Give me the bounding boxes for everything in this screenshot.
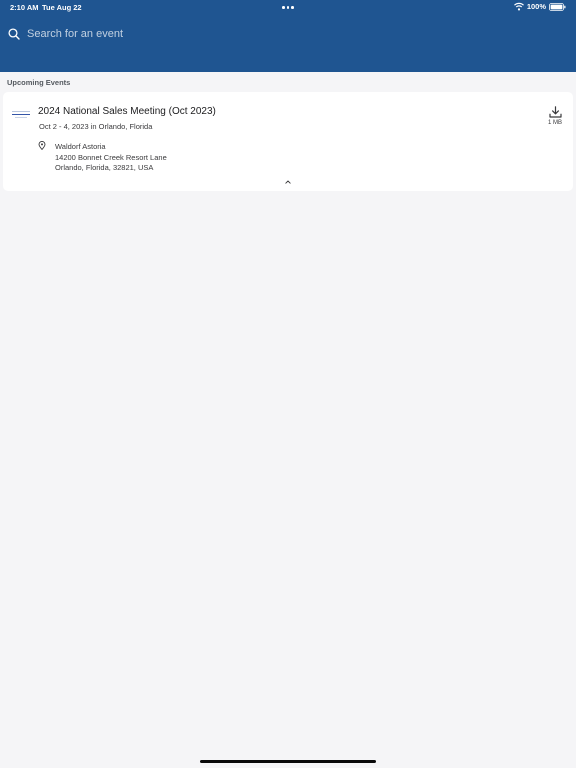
- event-title[interactable]: 2024 National Sales Meeting (Oct 2023): [38, 106, 216, 117]
- address-line1: 14200 Bonnet Creek Resort Lane: [55, 152, 167, 162]
- event-dates: Oct 2 - 4, 2023 in Orlando, Florida: [39, 122, 153, 131]
- multitasking-dots-icon[interactable]: [282, 6, 294, 9]
- search-icon: [8, 28, 20, 40]
- status-bar: 2:10 AM Tue Aug 22 100%: [0, 0, 576, 14]
- download-icon: [548, 106, 562, 118]
- status-indicators: 100%: [513, 2, 566, 11]
- search-input[interactable]: [27, 28, 387, 40]
- section-title: Upcoming Events: [7, 78, 71, 87]
- chevron-up-icon[interactable]: [285, 180, 291, 184]
- search-bar[interactable]: [8, 24, 408, 44]
- download-button[interactable]: 1 MB: [542, 106, 568, 128]
- address-line2: Orlando, Florida, 32821, USA: [55, 163, 154, 172]
- wifi-icon: [513, 2, 524, 11]
- venue-address: Waldorf Astoria 14200 Bonnet Creek Resor…: [55, 142, 167, 174]
- battery-icon: [549, 2, 566, 11]
- battery-percent: 100%: [526, 2, 546, 11]
- event-card[interactable]: 2024 National Sales Meeting (Oct 2023) O…: [3, 92, 573, 191]
- venue-name: Waldorf Astoria: [55, 142, 106, 151]
- event-logo: [12, 111, 30, 119]
- status-date: Tue Aug 22: [42, 3, 82, 12]
- events-screen: 2:10 AM Tue Aug 22 100% Search for an ev…: [0, 0, 576, 768]
- location-pin-icon: [38, 141, 46, 150]
- header: 2:10 AM Tue Aug 22 100%: [0, 0, 576, 72]
- status-time: 2:10 AM: [10, 3, 39, 12]
- download-size: 1 MB: [547, 120, 562, 126]
- home-indicator[interactable]: [200, 760, 376, 763]
